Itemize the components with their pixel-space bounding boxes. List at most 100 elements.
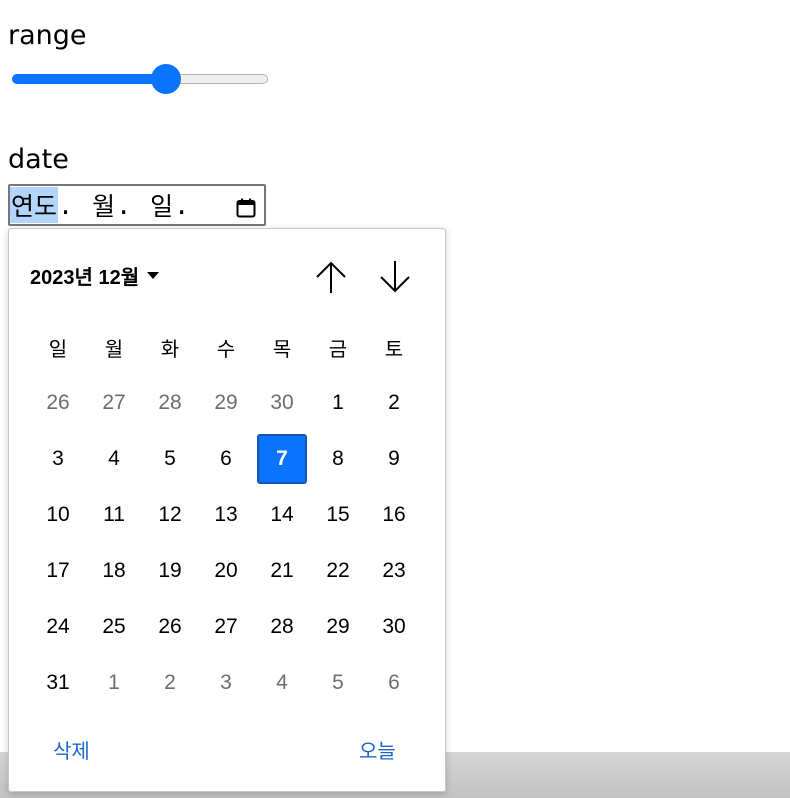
today-button[interactable]: 오늘 bbox=[359, 735, 396, 764]
day-cell[interactable]: 29 bbox=[198, 375, 254, 431]
day-cell[interactable]: 19 bbox=[142, 543, 198, 599]
weekday-label: 토 bbox=[384, 337, 404, 361]
day-cell[interactable]: 3 bbox=[30, 431, 86, 487]
day-cell[interactable]: 1 bbox=[86, 655, 142, 711]
day-cell-selected[interactable]: 7 bbox=[254, 431, 310, 487]
clear-button[interactable]: 삭제 bbox=[53, 735, 90, 764]
day-number: 28 bbox=[270, 615, 294, 638]
year-segment[interactable]: 연도 bbox=[10, 187, 59, 223]
weekday-label: 월 bbox=[104, 337, 124, 361]
day-cell[interactable]: 2 bbox=[366, 375, 422, 431]
day-number: 16 bbox=[382, 503, 406, 526]
day-number: 26 bbox=[46, 391, 70, 414]
day-cell[interactable]: 16 bbox=[366, 487, 422, 543]
date-separator: . bbox=[116, 190, 132, 220]
month-title: 2023년 12월 bbox=[30, 267, 140, 289]
day-cell[interactable]: 2 bbox=[142, 655, 198, 711]
day-number: 29 bbox=[214, 391, 238, 414]
day-number: 11 bbox=[103, 503, 125, 526]
day-cell[interactable]: 30 bbox=[254, 375, 310, 431]
day-cell[interactable]: 23 bbox=[366, 543, 422, 599]
day-cell[interactable]: 8 bbox=[310, 431, 366, 487]
range-slider[interactable] bbox=[12, 64, 268, 94]
weekday-label: 일 bbox=[48, 337, 68, 361]
day-cell[interactable]: 27 bbox=[86, 375, 142, 431]
day-number: 1 bbox=[332, 391, 344, 414]
day-number: 30 bbox=[382, 615, 406, 638]
day-cell[interactable]: 13 bbox=[198, 487, 254, 543]
day-cell[interactable]: 6 bbox=[198, 431, 254, 487]
day-cell[interactable]: 5 bbox=[142, 431, 198, 487]
day-cell[interactable]: 29 bbox=[310, 599, 366, 655]
day-cell[interactable]: 6 bbox=[366, 655, 422, 711]
day-cell[interactable]: 3 bbox=[198, 655, 254, 711]
day-number: 10 bbox=[46, 503, 70, 526]
date-separator: . bbox=[58, 190, 74, 220]
day-number: 25 bbox=[102, 615, 126, 638]
day-cell[interactable]: 10 bbox=[30, 487, 86, 543]
day-number: 22 bbox=[326, 559, 350, 582]
day-number: 19 bbox=[158, 559, 182, 582]
day-number: 14 bbox=[270, 503, 294, 526]
day-cell[interactable]: 31 bbox=[30, 655, 86, 711]
day-cell[interactable]: 22 bbox=[310, 543, 366, 599]
day-cell[interactable]: 28 bbox=[142, 375, 198, 431]
arrow-down-icon[interactable] bbox=[375, 257, 415, 297]
day-number: 31 bbox=[46, 671, 70, 694]
day-segment[interactable]: 일 bbox=[149, 187, 174, 223]
day-number: 30 bbox=[270, 391, 294, 414]
date-input[interactable]: 연도 . 월 . 일 . bbox=[8, 184, 266, 226]
day-number: 29 bbox=[326, 615, 350, 638]
day-cell[interactable]: 15 bbox=[310, 487, 366, 543]
range-fill bbox=[12, 74, 166, 84]
day-number: 8 bbox=[332, 447, 344, 470]
day-number: 9 bbox=[388, 447, 400, 470]
day-number: 13 bbox=[214, 503, 238, 526]
arrow-up-icon[interactable] bbox=[311, 257, 351, 297]
date-label: date bbox=[8, 144, 69, 175]
day-number: 24 bbox=[46, 615, 70, 638]
day-number: 4 bbox=[108, 447, 120, 470]
day-number: 28 bbox=[158, 391, 182, 414]
day-number: 23 bbox=[382, 559, 406, 582]
day-cell[interactable]: 24 bbox=[30, 599, 86, 655]
day-cell[interactable]: 18 bbox=[86, 543, 142, 599]
calendar-icon[interactable] bbox=[236, 195, 256, 218]
weekday-label: 화 bbox=[160, 337, 180, 361]
day-cell[interactable]: 14 bbox=[254, 487, 310, 543]
day-cell[interactable]: 1 bbox=[310, 375, 366, 431]
month-segment[interactable]: 월 bbox=[91, 187, 116, 223]
day-cell[interactable]: 26 bbox=[30, 375, 86, 431]
day-number: 1 bbox=[108, 671, 120, 694]
day-number: 18 bbox=[102, 559, 126, 582]
day-cell[interactable]: 11 bbox=[86, 487, 142, 543]
day-cell[interactable]: 25 bbox=[86, 599, 142, 655]
day-cell[interactable]: 4 bbox=[86, 431, 142, 487]
weekday-label: 목 bbox=[272, 337, 292, 361]
day-number: 4 bbox=[276, 671, 288, 694]
day-number: 5 bbox=[332, 671, 344, 694]
day-cell[interactable]: 9 bbox=[366, 431, 422, 487]
day-cell[interactable]: 26 bbox=[142, 599, 198, 655]
range-thumb[interactable] bbox=[150, 64, 181, 94]
month-year-toggle[interactable]: 2023년 12월 bbox=[30, 261, 160, 290]
day-number: 20 bbox=[214, 559, 238, 582]
weekday-label: 수 bbox=[216, 337, 236, 361]
day-number: 12 bbox=[158, 503, 182, 526]
day-cell[interactable]: 21 bbox=[254, 543, 310, 599]
day-cell[interactable]: 4 bbox=[254, 655, 310, 711]
day-number: 3 bbox=[52, 447, 64, 470]
day-cell[interactable]: 20 bbox=[198, 543, 254, 599]
day-cell[interactable]: 17 bbox=[30, 543, 86, 599]
day-cell[interactable]: 30 bbox=[366, 599, 422, 655]
day-cell[interactable]: 27 bbox=[198, 599, 254, 655]
day-number: 5 bbox=[164, 447, 176, 470]
day-number: 7 bbox=[276, 447, 288, 470]
date-separator: . bbox=[174, 190, 190, 220]
day-number: 6 bbox=[388, 671, 400, 694]
day-cell[interactable]: 28 bbox=[254, 599, 310, 655]
day-cell[interactable]: 12 bbox=[142, 487, 198, 543]
day-cell[interactable]: 5 bbox=[310, 655, 366, 711]
day-number: 27 bbox=[214, 615, 238, 638]
day-number: 2 bbox=[388, 391, 400, 414]
